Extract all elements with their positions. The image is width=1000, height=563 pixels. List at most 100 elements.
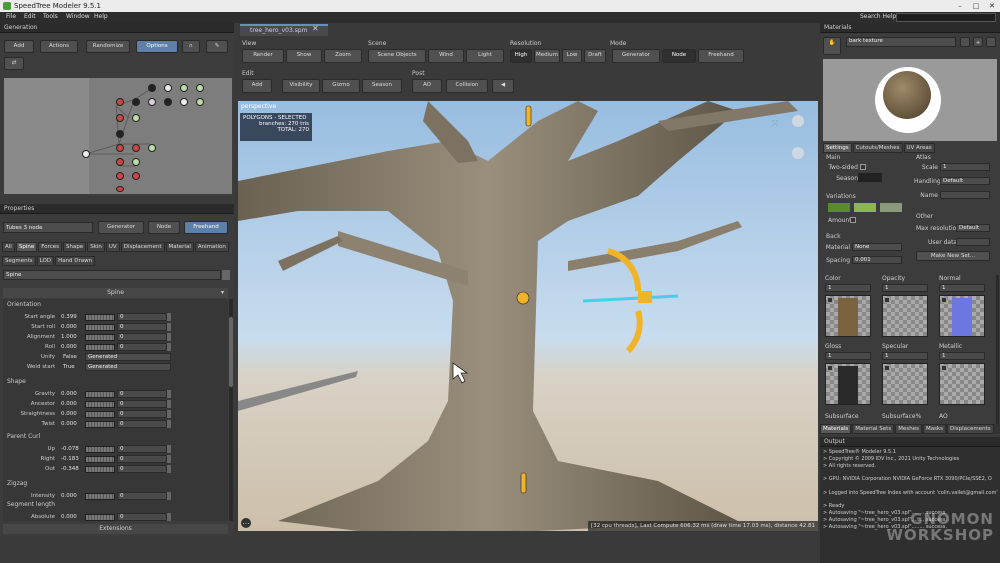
- tab-displacement[interactable]: Displacement: [120, 242, 165, 252]
- tab-material[interactable]: Material: [165, 242, 194, 252]
- spin-arrows-icon[interactable]: [167, 513, 171, 521]
- navigation-gizmo[interactable]: ⤧: [768, 111, 808, 161]
- property-dropdown[interactable]: Generated: [85, 353, 171, 361]
- more-icon[interactable]: [986, 37, 996, 47]
- max-resolution-dropdown[interactable]: Default: [956, 224, 990, 232]
- map-value-input[interactable]: 1: [882, 284, 928, 292]
- graph-node[interactable]: [116, 114, 124, 122]
- property-spinbox[interactable]: 0: [117, 492, 167, 500]
- map-enable-checkbox[interactable]: [827, 297, 833, 303]
- tab-masks[interactable]: Masks: [922, 424, 946, 434]
- tab-meshes[interactable]: Meshes: [895, 424, 922, 434]
- close-button[interactable]: ✕: [984, 0, 1000, 12]
- menu-help[interactable]: Help: [94, 13, 108, 20]
- amount-checkbox[interactable]: [850, 217, 856, 223]
- add-material-icon[interactable]: +: [973, 37, 983, 47]
- spin-arrows-icon[interactable]: [167, 323, 171, 331]
- property-spinbox[interactable]: 0: [117, 455, 167, 463]
- res-medium-button[interactable]: Medium: [534, 49, 560, 63]
- material-preview[interactable]: [823, 59, 997, 141]
- user-data-input[interactable]: [956, 238, 990, 246]
- extensions-header[interactable]: Extensions: [3, 524, 228, 534]
- clear-search-icon[interactable]: [222, 270, 230, 280]
- spin-arrows-icon[interactable]: [167, 343, 171, 351]
- spin-arrows-icon[interactable]: [167, 492, 171, 500]
- gizmo-button[interactable]: Gizmo: [322, 79, 360, 93]
- collision-button[interactable]: Collision: [446, 79, 488, 93]
- tab-forces[interactable]: Forces: [38, 242, 62, 252]
- property-spinbox[interactable]: 0: [117, 390, 167, 398]
- variation-swatch[interactable]: [828, 203, 850, 212]
- spin-arrows-icon[interactable]: [167, 313, 171, 321]
- season-swatch[interactable]: [858, 173, 882, 182]
- menu-tools[interactable]: Tools: [43, 13, 58, 20]
- show-button[interactable]: Show: [286, 49, 322, 63]
- graph-node[interactable]: [132, 114, 140, 122]
- graph-node[interactable]: [148, 144, 156, 152]
- spin-arrows-icon[interactable]: [167, 420, 171, 428]
- property-slider[interactable]: [85, 514, 115, 521]
- actions-button[interactable]: Actions: [40, 40, 78, 53]
- generator-mode-button[interactable]: Generator: [98, 221, 144, 234]
- map-enable-checkbox[interactable]: [884, 297, 890, 303]
- texture-tile[interactable]: [825, 295, 871, 337]
- material-name-dropdown[interactable]: bark texture: [846, 37, 956, 47]
- map-value-input[interactable]: 1: [939, 352, 985, 360]
- graph-node[interactable]: [132, 144, 140, 152]
- ao-button[interactable]: AO: [412, 79, 442, 93]
- map-value-input[interactable]: 1: [882, 352, 928, 360]
- add-button[interactable]: Add: [4, 40, 34, 53]
- more-options-icon[interactable]: …: [241, 518, 251, 528]
- property-spinbox[interactable]: 0: [117, 313, 167, 321]
- two-sided-checkbox[interactable]: [860, 164, 866, 170]
- zoom-button[interactable]: Zoom: [324, 49, 362, 63]
- property-slider[interactable]: [85, 421, 115, 428]
- property-spinbox[interactable]: 0: [117, 333, 167, 341]
- texture-tile[interactable]: [882, 363, 928, 405]
- map-value-input[interactable]: 1: [825, 284, 871, 292]
- maximize-button[interactable]: □: [968, 0, 984, 12]
- property-spinbox[interactable]: 0: [117, 445, 167, 453]
- generation-graph[interactable]: [4, 78, 232, 194]
- spin-arrows-icon[interactable]: [167, 400, 171, 408]
- texture-tile[interactable]: [939, 363, 985, 405]
- tab-shape[interactable]: Shape: [62, 242, 87, 252]
- res-draft-button[interactable]: Draft: [584, 49, 606, 63]
- camera-icon[interactable]: [792, 147, 804, 159]
- property-slider[interactable]: [85, 446, 115, 453]
- make-new-set-button[interactable]: Make New Set...: [916, 251, 990, 261]
- tab-all[interactable]: All: [2, 242, 15, 252]
- lock-icon[interactable]: [960, 37, 970, 47]
- scene-objects-button[interactable]: Scene Objects: [368, 49, 426, 63]
- section-header-spine[interactable]: Spine ▾: [3, 288, 228, 298]
- graph-node[interactable]: [132, 98, 140, 106]
- menu-window[interactable]: Window: [66, 13, 90, 20]
- property-slider[interactable]: [85, 391, 115, 398]
- property-slider[interactable]: [85, 411, 115, 418]
- property-spinbox[interactable]: 0: [117, 323, 167, 331]
- property-slider[interactable]: [85, 456, 115, 463]
- graph-node[interactable]: [132, 158, 140, 166]
- magnet-icon[interactable]: ∩: [182, 40, 200, 53]
- tab-lod[interactable]: LOD: [36, 256, 55, 266]
- spin-arrows-icon[interactable]: [167, 455, 171, 463]
- wrench-icon[interactable]: ✎: [206, 40, 228, 53]
- property-slider[interactable]: [85, 344, 115, 351]
- spin-arrows-icon[interactable]: [167, 333, 171, 341]
- spin-arrows-icon[interactable]: [167, 390, 171, 398]
- mode-freehand-button[interactable]: Freehand: [698, 49, 744, 63]
- layout-icon[interactable]: ⇄: [4, 57, 24, 70]
- graph-node[interactable]: [164, 98, 172, 106]
- tab-cutouts-meshes[interactable]: Cutouts/Meshes: [852, 143, 903, 153]
- materials-scrollbar[interactable]: [996, 275, 999, 425]
- graph-node[interactable]: [148, 98, 156, 106]
- texture-tile[interactable]: [939, 295, 985, 337]
- spin-arrows-icon[interactable]: [167, 445, 171, 453]
- edit-add-button[interactable]: Add: [242, 79, 272, 93]
- map-enable-checkbox[interactable]: [827, 365, 833, 371]
- property-spinbox[interactable]: 0: [117, 410, 167, 418]
- graph-node[interactable]: [148, 84, 156, 92]
- property-slider[interactable]: [85, 493, 115, 500]
- close-tab-icon[interactable]: ✕: [312, 24, 319, 33]
- freehand-mode-button[interactable]: Freehand: [184, 221, 228, 234]
